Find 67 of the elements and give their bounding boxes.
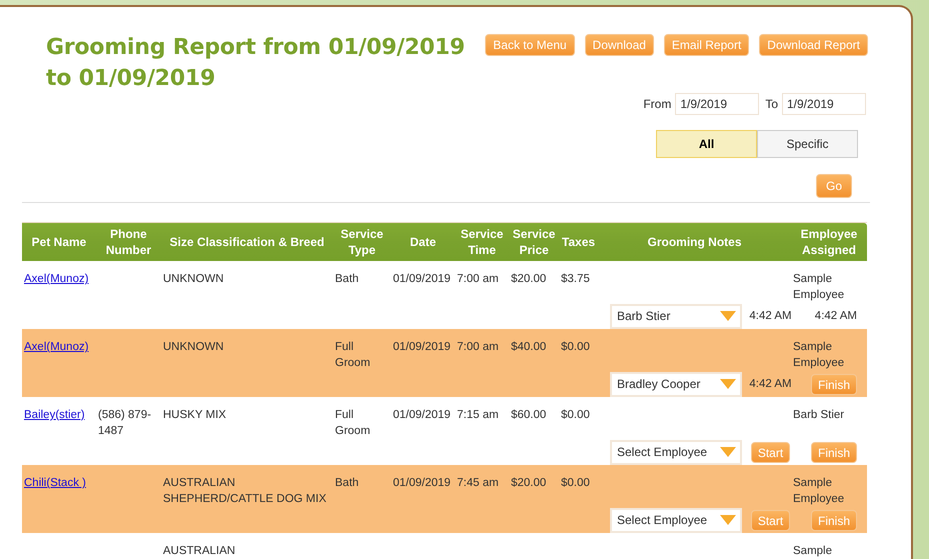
table-cell-text: Bath (334, 476, 360, 491)
employee-dropdown[interactable]: Bradley Cooper (610, 372, 742, 396)
finish-time: 4:42 AM (814, 309, 857, 324)
employee-cell-text: Sample Employee (792, 476, 846, 507)
employee-cell-text: Sample Employee (792, 272, 846, 303)
table-cell-text: $0.00 (560, 408, 591, 423)
pet-name-link[interactable]: Axel(Munoz) (24, 273, 89, 285)
column-header: Date (408, 234, 437, 250)
dropdown-value: Bradley Cooper (617, 376, 700, 392)
table-cell-text: $60.00 (510, 408, 548, 423)
table-cell-text: $0.00 (560, 476, 591, 491)
table-cell-text: 01/09/2019 (392, 476, 452, 491)
dropdown-value: Select Employee (617, 444, 708, 460)
table-cell-text: 7:45 am (456, 476, 500, 491)
column-header: Phone Number (104, 226, 152, 258)
employee-dropdown[interactable]: Select Employee (610, 508, 742, 532)
pet-name-link[interactable]: Bailey(stier) (24, 409, 85, 421)
column-header: Service Type (340, 226, 384, 258)
table-cell-text: 01/09/2019 (392, 340, 452, 355)
filter-toggle-option[interactable]: Specific (757, 130, 858, 158)
table-cell-text: UNKNOWN (162, 340, 225, 355)
table-cell-text: 01/09/2019 (392, 408, 452, 423)
pet-name-link[interactable]: Axel(Munoz) (24, 341, 89, 353)
column-header: Employee Assigned (800, 226, 858, 258)
table-cell-text: $20.00 (510, 272, 548, 287)
caret-icon (720, 447, 736, 457)
dropdown-value: Select Employee (617, 512, 708, 528)
employee-dropdown[interactable]: Select Employee (610, 440, 742, 464)
column-header: Service Time (460, 226, 504, 258)
dropdown-value: Barb Stier (617, 308, 670, 324)
table-cell-text: HUSKY MIX (162, 408, 228, 423)
to-label: To (765, 97, 778, 111)
employee-dropdown[interactable]: Barb Stier (610, 304, 742, 328)
pet-name-link[interactable]: Chili(Stack ) (24, 477, 86, 489)
table-cell-text: Bath (334, 272, 360, 287)
table-cell-text: 7:00 am (456, 272, 500, 287)
caret-icon (720, 515, 736, 525)
table-cell-text: UNKNOWN (162, 272, 225, 287)
to-date-field[interactable]: 1/9/2019 (782, 93, 866, 115)
column-header: Pet Name (30, 234, 88, 250)
employee-cell-text: Sample (792, 544, 833, 559)
table-cell-text: 7:15 am (456, 408, 500, 423)
column-header: Grooming Notes (646, 234, 742, 250)
table-cell-text: AUSTRALIAN SHEPHERD/CATTLE DOG MIX (162, 476, 328, 507)
table-cell-text: Full Groom (334, 408, 372, 439)
table-cell-text: $0.00 (560, 340, 591, 355)
caret-icon (720, 311, 736, 321)
table-cell-text: $3.75 (560, 272, 591, 287)
column-header: Service Price (512, 226, 556, 258)
report-title: Grooming Report from 01/09/2019 to 01/09/2019 (46, 34, 466, 93)
table-cell-text: 7:00 am (456, 340, 500, 355)
filter-toggle-option[interactable]: All (656, 130, 757, 158)
table-cell-text: Full Groom (334, 340, 372, 371)
table-cell-text: (586) 879-1487 (97, 408, 152, 439)
from-label: From (643, 97, 672, 111)
table-cell-text: 01/09/2019 (392, 272, 452, 287)
from-date-field[interactable]: 1/9/2019 (675, 93, 760, 115)
employee-cell-text: Sample Employee (792, 340, 846, 371)
employee-cell-text: Barb Stier (792, 408, 846, 423)
start-time: 4:42 AM (749, 309, 792, 324)
column-header: Size Classification & Breed (168, 234, 326, 250)
table-cell-text: AUSTRALIAN (162, 544, 236, 559)
start-time: 4:42 AM (749, 377, 792, 392)
column-header: Taxes (560, 234, 596, 250)
caret-icon (720, 379, 736, 389)
table-cell-text: $40.00 (510, 340, 548, 355)
table-cell-text: $20.00 (510, 476, 548, 491)
